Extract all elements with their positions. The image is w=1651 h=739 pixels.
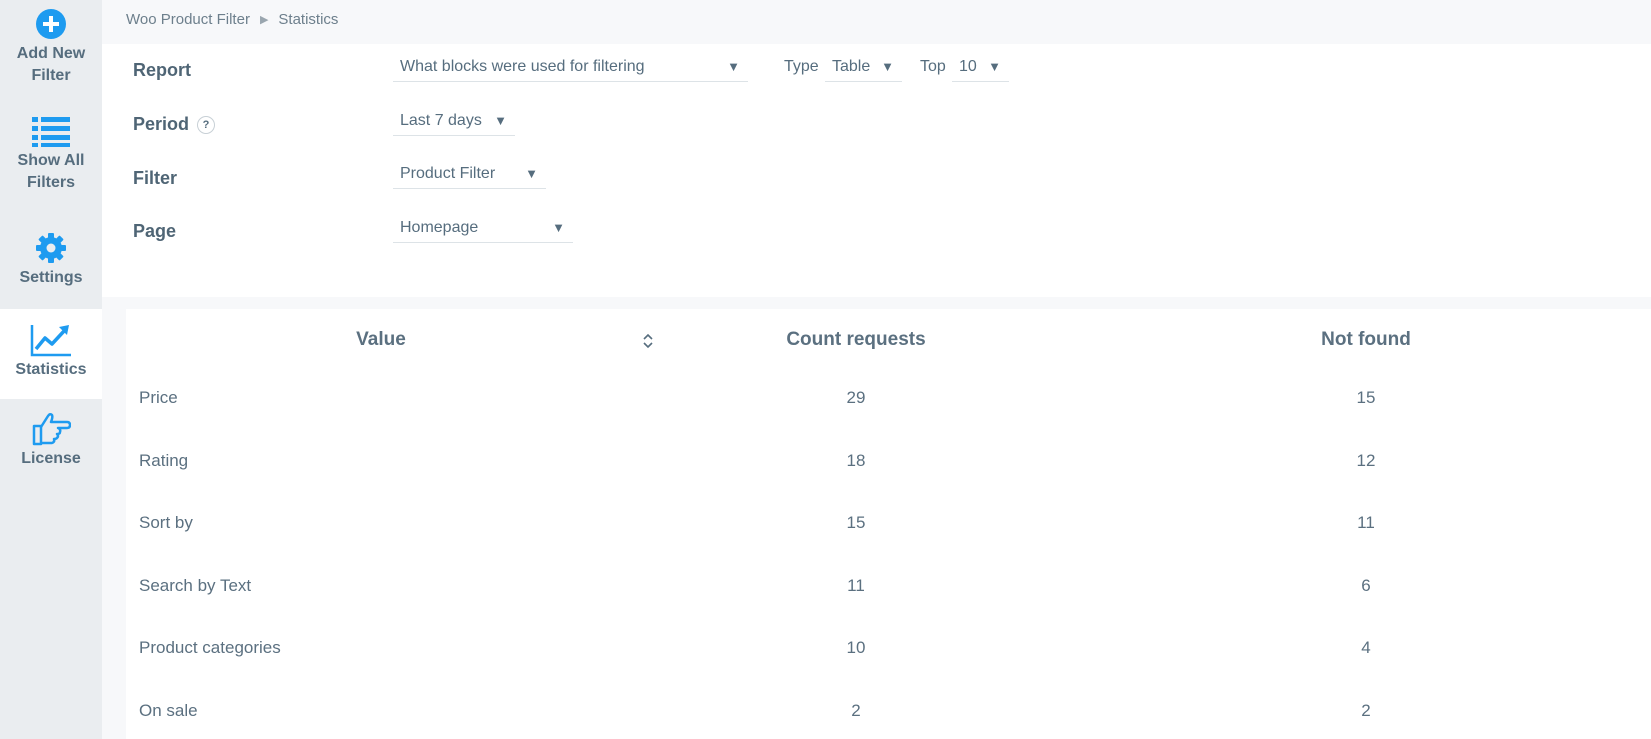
table-row: Sort by 15 11: [126, 513, 1651, 573]
statistics-table-wrap: Value Count requests Not found Price 29 …: [102, 309, 1651, 739]
cell-count: 10: [846, 638, 866, 657]
cell-count: 29: [846, 388, 866, 407]
caret-down-icon: ▼: [552, 220, 565, 235]
trend-chart-icon: [29, 321, 73, 359]
cell-value: Search by Text: [139, 576, 252, 595]
statistics-table: Value Count requests Not found Price 29 …: [126, 309, 1651, 739]
report-select[interactable]: What blocks were used for filtering ▼: [393, 52, 748, 82]
caret-down-icon: ▼: [494, 113, 507, 128]
table-row: Product categories 10 4: [126, 638, 1651, 698]
sidebar-item-statistics[interactable]: Statistics: [0, 309, 102, 399]
period-select-value: Last 7 days: [400, 111, 482, 129]
table-row: Rating 18 12: [126, 451, 1651, 511]
sidebar-item-show-all-filters[interactable]: Show All Filters: [0, 112, 102, 208]
table-row: Price 29 15: [126, 388, 1651, 448]
report-settings-panel: Report What blocks were used for filteri…: [102, 44, 1651, 297]
topbar: Woo Product Filter ▶ Statistics: [102, 0, 1651, 44]
sort-icon[interactable]: [641, 331, 655, 351]
breadcrumb-current: Statistics: [278, 11, 339, 28]
sidebar-item-label: Statistics: [15, 361, 87, 378]
period-select[interactable]: Last 7 days ▼: [393, 106, 515, 136]
cell-count: 11: [847, 576, 865, 595]
caret-down-icon: ▼: [525, 166, 538, 181]
sidebar-item-license[interactable]: License: [0, 402, 102, 482]
breadcrumb-root-link[interactable]: Woo Product Filter: [126, 11, 250, 28]
sidebar: Add New Filter Show All Filters Settings…: [0, 0, 102, 739]
page-select[interactable]: Homepage ▼: [393, 213, 573, 243]
gear-icon: [29, 229, 73, 267]
app-window: Add New Filter Show All Filters Settings…: [0, 0, 1651, 739]
type-select-value: Table: [832, 57, 871, 75]
top-select[interactable]: 10 ▼: [952, 52, 1009, 82]
caret-down-icon: ▼: [881, 59, 894, 74]
cell-value: On sale: [139, 701, 198, 720]
list-icon: [29, 112, 73, 150]
cell-value: Rating: [139, 451, 189, 470]
caret-down-icon: ▼: [727, 59, 740, 74]
breadcrumb: Woo Product Filter ▶ Statistics: [126, 11, 338, 28]
filter-label: Filter: [133, 168, 178, 188]
cell-value: Product categories: [139, 638, 281, 657]
caret-down-icon: ▼: [988, 59, 1001, 74]
cell-count: 15: [846, 513, 866, 532]
sidebar-item-label: License: [21, 450, 81, 467]
panel-divider: [102, 297, 1651, 309]
cell-not-found: 2: [1361, 701, 1371, 720]
column-header-value[interactable]: Value: [266, 329, 496, 351]
thumb-pointer-icon: [29, 410, 73, 448]
sidebar-item-add-new-filter[interactable]: Add New Filter: [0, 0, 102, 104]
table-row: On sale 2 2: [126, 701, 1651, 739]
top-label: Top: [920, 58, 946, 75]
table-row: Search by Text 11 6: [126, 576, 1651, 636]
column-header-count-requests[interactable]: Count requests: [726, 329, 986, 351]
sidebar-item-label: Show All Filters: [17, 152, 85, 191]
cell-value: Sort by: [139, 513, 193, 532]
type-select[interactable]: Table ▼: [825, 52, 902, 82]
report-label: Report: [133, 60, 191, 80]
page-select-value: Homepage: [400, 218, 479, 236]
plus-circle-icon: [29, 5, 73, 43]
sidebar-item-label: Add New Filter: [16, 45, 86, 84]
chevron-right-icon: ▶: [259, 14, 269, 26]
sidebar-item-settings[interactable]: Settings: [0, 229, 102, 299]
help-icon[interactable]: ?: [197, 115, 216, 134]
column-header-not-found[interactable]: Not found: [1236, 329, 1496, 351]
cell-not-found: 4: [1361, 638, 1371, 657]
type-label: Type: [784, 58, 819, 75]
period-label: Period ?: [133, 114, 216, 135]
top-select-value: 10: [959, 57, 977, 75]
period-label-text: Period: [133, 114, 190, 134]
report-select-value: What blocks were used for filtering: [400, 57, 645, 75]
cell-not-found: 15: [1356, 388, 1376, 407]
cell-not-found: 6: [1361, 576, 1371, 595]
cell-value: Price: [139, 388, 178, 407]
cell-not-found: 12: [1356, 451, 1376, 470]
cell-not-found: 11: [1357, 513, 1375, 532]
filter-select[interactable]: Product Filter ▼: [393, 159, 546, 189]
sidebar-item-label: Settings: [19, 269, 83, 286]
page-label: Page: [133, 221, 177, 241]
cell-count: 2: [851, 701, 861, 720]
cell-count: 18: [846, 451, 866, 470]
filter-select-value: Product Filter: [400, 164, 496, 182]
